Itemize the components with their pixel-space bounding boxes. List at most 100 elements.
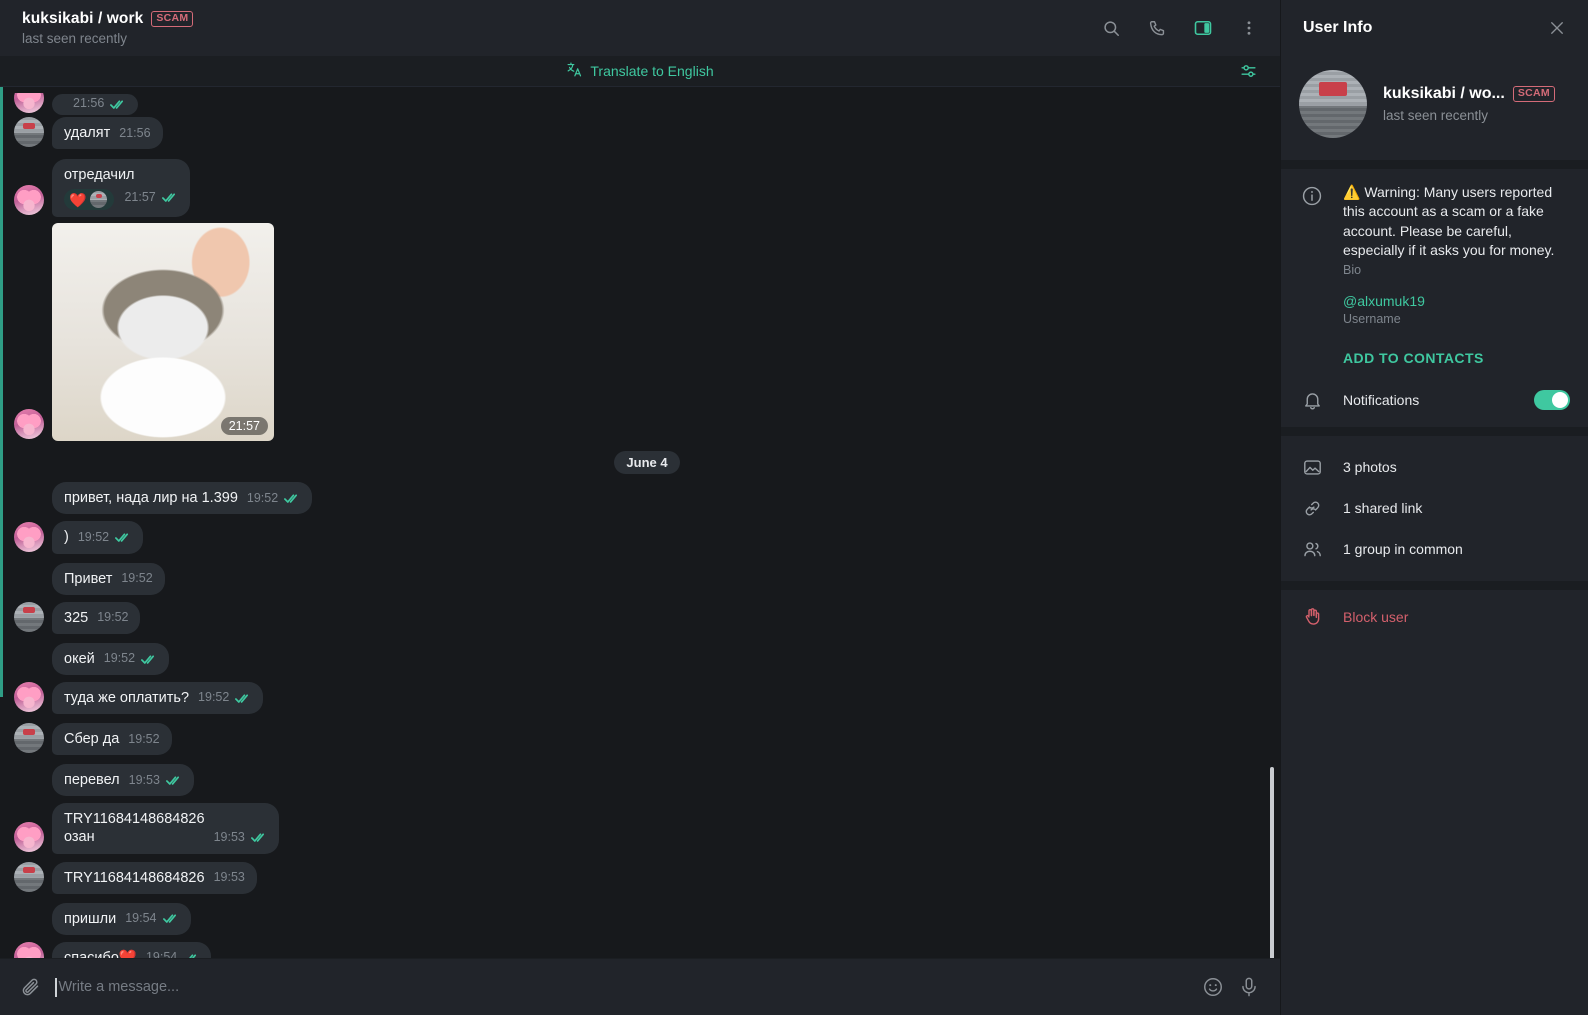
message-bubble[interactable]: ) 19:52 bbox=[52, 521, 144, 554]
double-check-icon bbox=[161, 192, 178, 203]
avatar-placeholder bbox=[14, 764, 44, 794]
photo-message[interactable]: 21:57 bbox=[52, 223, 274, 442]
phone-icon[interactable] bbox=[1140, 11, 1174, 45]
bio-text: Warning: Many users reported this accoun… bbox=[1343, 184, 1555, 258]
message-meta: 19:54 bbox=[146, 950, 199, 958]
translate-to-english-button[interactable]: Translate to English bbox=[566, 61, 714, 81]
message-time: 21:57 bbox=[220, 417, 268, 436]
translate-label: Translate to English bbox=[590, 63, 714, 79]
paperclip-icon[interactable] bbox=[20, 977, 41, 998]
message-time: 19:54 bbox=[125, 911, 157, 926]
media-row-photos[interactable]: 3 photos bbox=[1281, 446, 1588, 487]
message-meta: 19:54 bbox=[125, 911, 178, 928]
unread-rail bbox=[0, 87, 3, 697]
avatar[interactable] bbox=[14, 601, 44, 632]
more-options-icon[interactable] bbox=[1232, 11, 1266, 45]
message-meta: 21:56 bbox=[119, 126, 150, 143]
search-icon[interactable] bbox=[1094, 11, 1128, 45]
avatar[interactable] bbox=[14, 861, 44, 892]
message-bubble[interactable]: отредачил ❤️ 21:57 bbox=[52, 159, 190, 218]
message-time: 19:52 bbox=[77, 529, 110, 544]
media-row-groups[interactable]: 1 group in common bbox=[1281, 528, 1588, 569]
double-check-icon bbox=[110, 99, 126, 110]
translate-bar: Translate to English bbox=[0, 56, 1280, 87]
message-body: TRY11684148684826 bbox=[64, 869, 205, 887]
avatar[interactable] bbox=[14, 185, 44, 216]
message-row: пришли 19:54 bbox=[0, 902, 1280, 937]
photos-icon bbox=[1299, 455, 1325, 478]
close-icon[interactable] bbox=[1540, 11, 1574, 45]
notifications-row[interactable]: Notifications bbox=[1281, 376, 1588, 427]
message-row: спасибо❤️ 19:54 bbox=[0, 941, 1280, 958]
heart-emoji-icon: ❤️ bbox=[69, 191, 87, 208]
avatar[interactable] bbox=[14, 941, 44, 958]
message-body: спасибо❤️ bbox=[64, 949, 137, 958]
avatar[interactable] bbox=[14, 117, 44, 148]
username-value[interactable]: @alxumuk19 bbox=[1343, 293, 1570, 309]
message-text: спасибо❤️ bbox=[64, 949, 137, 958]
message-bubble[interactable]: пришли 19:54 bbox=[52, 902, 191, 935]
microphone-icon[interactable] bbox=[1238, 976, 1260, 998]
date-separator: June 4 bbox=[0, 451, 1280, 475]
message-bubble[interactable]: перевел 19:53 bbox=[52, 764, 194, 797]
bio-text-row: ⚠️ Warning: Many users reported this acc… bbox=[1343, 183, 1570, 260]
chat-column: kuksikabi / work SCAM last seen recently bbox=[0, 0, 1280, 1015]
avatar[interactable] bbox=[14, 409, 44, 440]
message-bubble[interactable]: Сбер да 19:52 bbox=[52, 723, 172, 756]
message-text: перевел bbox=[64, 772, 120, 789]
message-bubble[interactable]: окей 19:52 bbox=[52, 642, 170, 675]
message-reaction[interactable]: ❤️ bbox=[64, 189, 115, 211]
avatar[interactable] bbox=[14, 723, 44, 754]
date-chip[interactable]: June 4 bbox=[614, 451, 680, 475]
message-bubble[interactable]: TRY11684148684826 19:53 bbox=[52, 861, 257, 894]
message-meta: 19:52 bbox=[78, 530, 131, 547]
message-text: TRY11684148684826 bbox=[64, 869, 205, 886]
messages-scrollbar[interactable] bbox=[1270, 767, 1274, 958]
message-bubble[interactable]: туда же оплатить? 19:52 bbox=[52, 681, 264, 714]
block-user-button[interactable]: Block user bbox=[1281, 590, 1588, 643]
message-text: отредачил bbox=[64, 167, 135, 184]
avatar[interactable] bbox=[1299, 70, 1367, 138]
avatar[interactable] bbox=[14, 821, 44, 852]
sidebar-toggle-icon[interactable] bbox=[1186, 11, 1220, 45]
message-time: 21:56 bbox=[73, 96, 105, 111]
media-row-links[interactable]: 1 shared link bbox=[1281, 487, 1588, 528]
emoji-icon[interactable] bbox=[1202, 976, 1224, 998]
avatar-placeholder bbox=[14, 482, 44, 512]
profile-summary[interactable]: kuksikabi / wo... SCAM last seen recentl… bbox=[1281, 56, 1588, 160]
chat-header: kuksikabi / work SCAM last seen recently bbox=[0, 0, 1280, 56]
avatar[interactable] bbox=[14, 521, 44, 552]
notifications-toggle[interactable] bbox=[1534, 389, 1570, 410]
message-text: Привет bbox=[64, 570, 113, 587]
media-label: 1 group in common bbox=[1343, 540, 1463, 557]
message-input[interactable]: Write a message... bbox=[55, 977, 1188, 997]
message-text: окей bbox=[64, 650, 95, 667]
message-bubble[interactable]: спасибо❤️ 19:54 bbox=[52, 941, 212, 958]
chat-header-info[interactable]: kuksikabi / work SCAM last seen recently bbox=[22, 10, 194, 46]
info-circle-icon bbox=[1299, 183, 1325, 366]
bell-icon bbox=[1299, 388, 1325, 411]
message-row-partial: 21:56 bbox=[0, 93, 1280, 115]
message-text: TRY11684148684826 озан bbox=[64, 811, 205, 846]
warning-icon: ⚠️ bbox=[1343, 184, 1361, 200]
message-body: 325 bbox=[64, 609, 88, 627]
profile-name: kuksikabi / wo... bbox=[1383, 85, 1505, 102]
message-bubble[interactable]: TRY11684148684826 озан 19:53 bbox=[52, 803, 279, 854]
chat-subtitle: last seen recently bbox=[22, 31, 128, 46]
message-row-photo: 21:57 bbox=[0, 223, 1280, 442]
message-list[interactable]: 21:56 удалят 21:56 отредачил ❤️ 21:57 21… bbox=[0, 87, 1280, 958]
add-to-contacts-button[interactable]: ADD TO CONTACTS bbox=[1343, 350, 1570, 366]
message-row: TRY11684148684826 19:53 bbox=[0, 861, 1280, 896]
message-text: 325 bbox=[64, 609, 89, 626]
message-bubble[interactable]: 325 19:52 bbox=[52, 601, 141, 634]
avatar[interactable] bbox=[14, 93, 44, 113]
message-bubble[interactable]: удалят 21:56 bbox=[52, 117, 163, 150]
translate-settings-icon[interactable] bbox=[1239, 62, 1258, 81]
message-time: 19:52 bbox=[121, 571, 153, 585]
avatar[interactable] bbox=[14, 682, 44, 712]
message-body: ) bbox=[64, 528, 69, 546]
message-bubble[interactable]: 21:56 bbox=[52, 94, 139, 115]
message-bubble[interactable]: привет, нада лир на 1.399 19:52 bbox=[52, 482, 313, 515]
message-bubble[interactable]: Привет 19:52 bbox=[52, 562, 165, 595]
message-time: 19:53 bbox=[213, 870, 245, 884]
